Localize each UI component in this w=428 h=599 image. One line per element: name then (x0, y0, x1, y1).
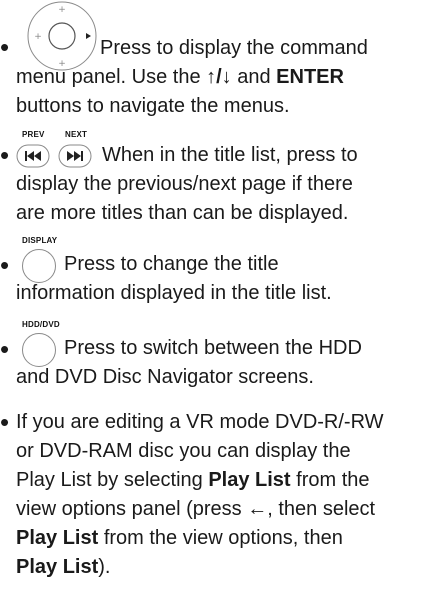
item-text-line: Play List from the view options, then (16, 527, 343, 549)
prev-caption: PREV (22, 130, 45, 139)
item-text-line: Press to display the command (100, 37, 368, 59)
bullet: • (0, 334, 10, 364)
directional-pad-icon: + + + (16, 0, 109, 71)
item-text-line: and DVD Disc Navigator screens. (16, 366, 314, 388)
item-text-line: or DVD-RAM disc you can display the (16, 440, 351, 462)
bullet: • (0, 32, 10, 62)
item-text-line: menu panel. Use the ↑/↓ and ENTER (16, 66, 344, 88)
item-text-line: Press to switch between the HDD (64, 337, 362, 359)
item-text-line: display the previous/next page if there (16, 173, 353, 195)
svg-text:+: + (58, 5, 66, 15)
svg-text:+: + (34, 32, 42, 42)
next-caption: NEXT (65, 130, 88, 139)
skip-back-icon (16, 144, 50, 168)
item-text-line: view options panel (press ←, then select (16, 498, 376, 520)
skip-forward-icon (58, 144, 92, 168)
bullet: • (0, 250, 10, 280)
item-text-line: are more titles than can be displayed. (16, 202, 349, 224)
hdd-dvd-button-icon (22, 333, 56, 367)
item-text-line: When in the title list, press to (102, 144, 358, 166)
item-text-line: buttons to navigate the menus. (16, 95, 290, 117)
item-text-line: information displayed in the title list. (16, 282, 332, 304)
bullet: • (0, 140, 10, 170)
item-text-line: If you are editing a VR mode DVD-R/-RW (16, 411, 384, 433)
item-text-line: Play List by selecting Play List from th… (16, 469, 370, 491)
left-arrow-icon: ← (247, 498, 268, 520)
hdd-dvd-caption: HDD/DVD (22, 320, 60, 329)
item-text-line: Press to change the title (64, 253, 279, 275)
display-button-icon (22, 249, 56, 283)
item-text-line: Play List). (16, 556, 111, 578)
display-caption: DISPLAY (22, 236, 58, 245)
up-down-arrows: ↑/↓ (206, 66, 232, 88)
